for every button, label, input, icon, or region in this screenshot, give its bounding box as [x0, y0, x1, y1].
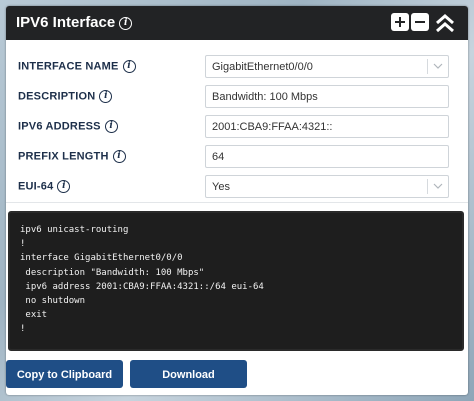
eui64-value: Yes — [212, 181, 230, 193]
ipv6-interface-panel: IPV6 Interface i INTERFACE NAME i GigabitE… — [6, 6, 468, 395]
info-icon[interactable]: i — [57, 180, 71, 193]
config-output[interactable]: ipv6 unicast-routing ! interface Gigabit… — [8, 211, 464, 351]
description-value: Bandwidth: 100 Mbps — [212, 91, 318, 103]
interface-name-select[interactable]: GigabitEthernet0/0/0 — [205, 55, 449, 78]
info-icon[interactable]: i — [122, 60, 136, 73]
panel-header: IPV6 Interface i — [6, 6, 468, 40]
copy-to-clipboard-button[interactable]: Copy to Clipboard — [6, 360, 123, 388]
ipv6-address-value: 2001:CBA9:FFAA:4321:: — [212, 121, 333, 133]
form-row-ipv6-address: IPV6 ADDRESS i 2001:CBA9:FFAA:4321:: — [6, 112, 468, 142]
info-icon[interactable]: i — [104, 120, 118, 133]
info-icon[interactable]: i — [112, 150, 126, 163]
config-code: ipv6 unicast-routing ! interface Gigabit… — [20, 225, 264, 335]
description-input[interactable]: Bandwidth: 100 Mbps — [205, 85, 449, 108]
double-chevron-up-icon[interactable] — [434, 12, 456, 34]
eui64-select[interactable]: Yes — [205, 175, 449, 198]
chevron-down-icon — [427, 59, 448, 74]
form-row-eui64: EUI-64 i Yes — [6, 172, 468, 202]
prefix-length-input[interactable]: 64 — [205, 145, 449, 168]
form-row-prefix-length: PREFIX LENGTH i 64 — [6, 142, 468, 172]
form-row-description: DESCRIPTION i Bandwidth: 100 Mbps — [6, 82, 468, 112]
form-row-interface-name: INTERFACE NAME i GigabitEthernet0/0/0 — [6, 52, 468, 82]
prefix-length-label: PREFIX LENGTH i — [18, 150, 126, 163]
info-icon[interactable]: i — [99, 90, 113, 103]
panel-title: IPV6 Interface i — [16, 14, 133, 31]
plus-icon[interactable] — [391, 13, 409, 31]
prefix-length-value: 64 — [212, 151, 225, 163]
chevron-down-icon — [427, 179, 448, 194]
eui64-label: EUI-64 i — [18, 180, 71, 193]
minus-icon[interactable] — [411, 13, 429, 31]
ipv6-address-input[interactable]: 2001:CBA9:FFAA:4321:: — [205, 115, 449, 138]
download-button[interactable]: Download — [130, 360, 247, 388]
interface-name-label: INTERFACE NAME i — [18, 60, 136, 73]
interface-name-value: GigabitEthernet0/0/0 — [212, 61, 313, 73]
ipv6-address-label: IPV6 ADDRESS i — [18, 120, 118, 133]
panel-title-text: IPV6 Interface — [16, 14, 116, 31]
divider — [6, 202, 468, 203]
info-icon[interactable]: i — [119, 16, 133, 30]
description-label: DESCRIPTION i — [18, 90, 113, 103]
